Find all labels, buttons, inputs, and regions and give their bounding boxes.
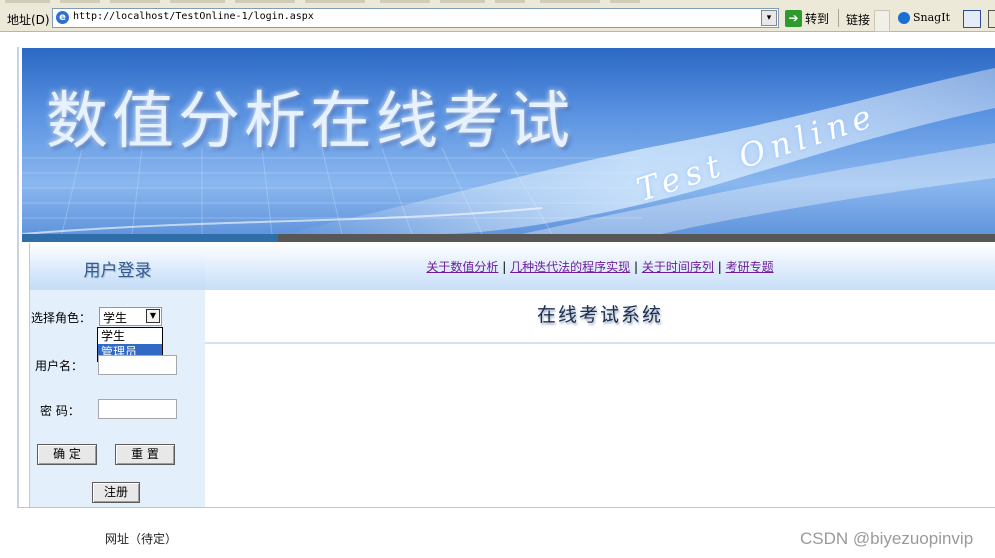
top-nav: 关于数值分析 | 几种迭代法的程序实现 | 关于时间序列 | 考研专题: [205, 243, 995, 290]
chevron-down-icon[interactable]: ▼: [146, 309, 160, 323]
toolbar-cut-icon[interactable]: [988, 10, 995, 28]
snagit-icon: [898, 11, 910, 24]
nav-link-postgrad[interactable]: 考研专题: [726, 260, 774, 274]
confirm-button[interactable]: 确 定: [37, 444, 97, 465]
nav-link-numerical-analysis[interactable]: 关于数值分析: [426, 260, 498, 274]
address-label: 地址(D): [7, 13, 50, 27]
site-banner: 数值分析在线考试 Test Online: [22, 48, 995, 242]
nav-separator: |: [502, 260, 507, 274]
page-frame-bottom: [17, 507, 995, 508]
nav-links: 关于数值分析 | 几种迭代法的程序实现 | 关于时间序列 | 考研专题: [205, 258, 995, 275]
username-field[interactable]: [98, 355, 177, 375]
snagit-label: SnagIt: [913, 11, 950, 24]
url-text: http://localhost/TestOnline-1/login.aspx: [73, 11, 314, 22]
nav-link-iteration-programs[interactable]: 几种迭代法的程序实现: [510, 260, 630, 274]
title-divider: [205, 342, 995, 344]
footer-text: 网址（待定）: [105, 532, 178, 546]
banner-title: 数值分析在线考试: [46, 84, 575, 157]
links-chevron-button[interactable]: [874, 10, 890, 32]
go-label: 转到: [805, 11, 830, 26]
login-header-title: 用户登录: [83, 261, 152, 281]
snagit-button[interactable]: SnagIt: [898, 11, 950, 24]
password-field[interactable]: [98, 399, 177, 419]
role-select-value: 学生: [103, 311, 128, 325]
nav-separator: |: [633, 260, 639, 274]
links-button[interactable]: 链接: [846, 11, 870, 28]
nav-separator: |: [717, 260, 722, 274]
watermark: CSDN @biyezuopinvip: [800, 529, 974, 548]
address-bar: 地址(D) e http://localhost/TestOnline-1/lo…: [0, 5, 995, 32]
page-frame-left: [17, 47, 19, 507]
username-label: 用户名：: [35, 359, 84, 373]
system-title: 在线考试系统: [536, 304, 663, 326]
toolbar-separator: [838, 9, 839, 27]
nav-link-time-series[interactable]: 关于时间序列: [642, 260, 714, 274]
role-select[interactable]: 学生 ▼: [99, 307, 162, 326]
banner-bar-grey: [278, 234, 995, 242]
role-label: 选择角色：: [31, 311, 92, 325]
password-label: 密 码：: [40, 404, 80, 418]
reset-button[interactable]: 重 置: [115, 444, 175, 465]
toolbar-window-icon[interactable]: [963, 10, 981, 28]
url-input[interactable]: e http://localhost/TestOnline-1/login.as…: [52, 8, 779, 28]
address-dropdown-button[interactable]: ▾: [761, 10, 777, 26]
register-button[interactable]: 注册: [92, 482, 140, 503]
banner-bar-blue: [22, 234, 278, 242]
login-header: 用户登录: [29, 243, 205, 290]
go-button[interactable]: ➔ 转到: [785, 9, 829, 27]
ie-page-icon: e: [56, 11, 69, 24]
role-option-student[interactable]: 学生: [98, 328, 162, 344]
go-arrow-icon: ➔: [785, 9, 802, 27]
